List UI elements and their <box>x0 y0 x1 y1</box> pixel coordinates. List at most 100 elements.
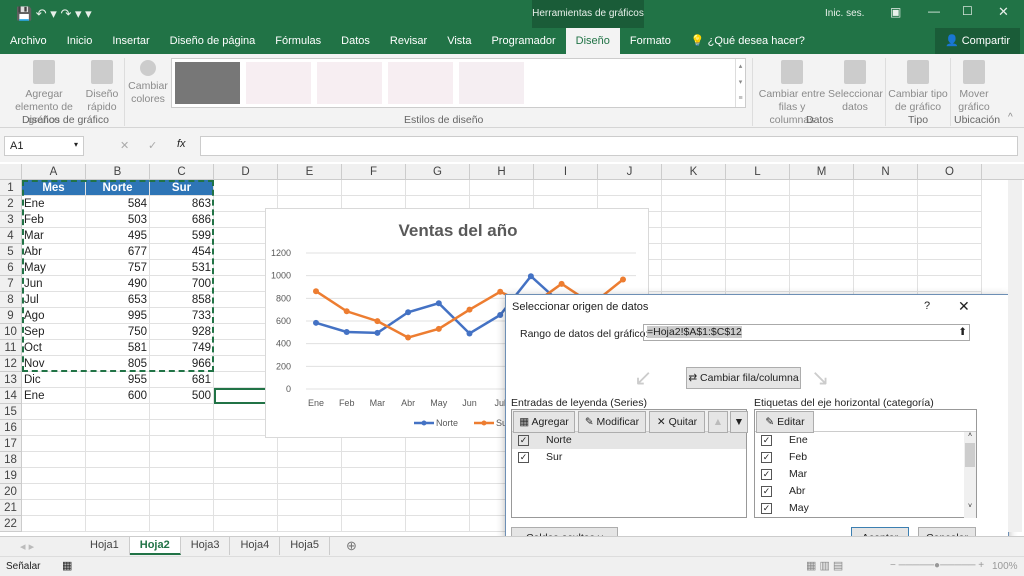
data-point[interactable] <box>435 325 442 332</box>
help-button[interactable]: ? <box>924 300 930 312</box>
cell[interactable]: 653 <box>86 292 150 308</box>
data-point[interactable] <box>527 273 534 280</box>
range-input[interactable]: =Hoja2!$A$1:$C$12 ⬆ <box>643 324 970 341</box>
insert-function-icon[interactable]: fx <box>177 138 186 150</box>
row-header[interactable]: 13 <box>0 372 22 388</box>
cell[interactable]: Nov <box>22 356 86 372</box>
gallery-scroll[interactable]: ▴ ▾ ≡ <box>735 59 745 107</box>
data-point[interactable] <box>374 318 381 325</box>
cell[interactable] <box>342 452 406 468</box>
row-header[interactable]: 22 <box>0 516 22 532</box>
tab-archivo[interactable]: Archivo <box>0 28 57 54</box>
cell[interactable]: Ene <box>22 196 86 212</box>
select-data-button[interactable]: Seleccionar datos <box>828 60 883 114</box>
series-item[interactable]: ✓ Sur <box>512 449 746 466</box>
checkbox[interactable]: ✓ <box>761 485 772 497</box>
column-header[interactable]: H <box>470 164 534 180</box>
cell[interactable] <box>918 276 982 292</box>
checkbox[interactable]: ✓ <box>761 468 772 480</box>
cell[interactable] <box>22 452 86 468</box>
cell[interactable] <box>662 180 726 196</box>
column-header[interactable]: G <box>406 164 470 180</box>
cell[interactable] <box>22 516 86 532</box>
remove-series-button[interactable]: ✕ Quitar <box>649 411 705 433</box>
cell[interactable] <box>790 260 854 276</box>
tab-formato[interactable]: Formato <box>620 28 681 54</box>
cell[interactable]: 584 <box>86 196 150 212</box>
cell[interactable] <box>86 484 150 500</box>
cell[interactable] <box>150 484 214 500</box>
cell[interactable] <box>22 468 86 484</box>
cell[interactable]: 600 <box>86 388 150 404</box>
cell[interactable] <box>406 500 470 516</box>
cell[interactable]: 749 <box>150 340 214 356</box>
cell[interactable] <box>790 228 854 244</box>
category-item[interactable]: ✓ May <box>755 500 976 517</box>
cell[interactable] <box>22 484 86 500</box>
cell[interactable]: Ene <box>22 388 86 404</box>
cell[interactable] <box>86 436 150 452</box>
cell[interactable] <box>918 228 982 244</box>
enter-icon[interactable]: ✓ <box>148 139 157 152</box>
cell[interactable] <box>342 500 406 516</box>
cell[interactable] <box>214 180 278 196</box>
zoom-slider[interactable]: − ─────●───── + <box>890 560 984 571</box>
row-header[interactable]: 16 <box>0 420 22 436</box>
switch-row-column-dialog-button[interactable]: ⇄ Cambiar fila/columna <box>686 367 801 389</box>
cell[interactable]: Sep <box>22 324 86 340</box>
cell[interactable]: Oct <box>22 340 86 356</box>
cell[interactable] <box>342 484 406 500</box>
cell[interactable]: 581 <box>86 340 150 356</box>
style-thumb[interactable] <box>388 62 453 104</box>
cell[interactable]: 503 <box>86 212 150 228</box>
cell[interactable] <box>86 500 150 516</box>
change-colors-button[interactable]: Cambiar colores <box>128 60 168 106</box>
category-item[interactable]: ✓ Abr <box>755 483 976 500</box>
cell[interactable] <box>662 276 726 292</box>
row-header[interactable]: 11 <box>0 340 22 356</box>
cell[interactable] <box>918 260 982 276</box>
cell[interactable] <box>854 260 918 276</box>
style-thumb[interactable] <box>246 62 311 104</box>
move-down-button[interactable]: ▼ <box>730 411 748 433</box>
cell[interactable] <box>790 196 854 212</box>
row-header[interactable]: 7 <box>0 276 22 292</box>
cell[interactable] <box>150 500 214 516</box>
cell[interactable] <box>406 484 470 500</box>
vertical-scrollbar[interactable] <box>1008 180 1022 532</box>
row-header[interactable]: 17 <box>0 436 22 452</box>
cell[interactable]: 500 <box>150 388 214 404</box>
cell[interactable] <box>22 436 86 452</box>
cell[interactable]: 495 <box>86 228 150 244</box>
data-point[interactable] <box>374 329 381 336</box>
cell[interactable]: 928 <box>150 324 214 340</box>
cell[interactable] <box>406 516 470 532</box>
cell[interactable] <box>150 516 214 532</box>
cell[interactable]: 966 <box>150 356 214 372</box>
cell[interactable] <box>662 212 726 228</box>
sheet-tab-hoja4[interactable]: Hoja4 <box>230 537 281 555</box>
move-up-button[interactable]: ▲ <box>708 411 728 433</box>
checkbox[interactable]: ✓ <box>761 434 772 446</box>
cell[interactable] <box>214 484 278 500</box>
cell[interactable] <box>278 500 342 516</box>
cell[interactable] <box>854 180 918 196</box>
formula-input[interactable] <box>200 136 1018 156</box>
tab-diseño-de-página[interactable]: Diseño de página <box>160 28 266 54</box>
close-button[interactable]: ✕ <box>998 4 1009 20</box>
cell[interactable] <box>278 516 342 532</box>
cell[interactable]: Dic <box>22 372 86 388</box>
sign-in-link[interactable]: Inic. ses. <box>825 8 864 19</box>
cell[interactable] <box>790 276 854 292</box>
row-header[interactable]: 21 <box>0 500 22 516</box>
tab-diseño[interactable]: Diseño <box>565 28 620 54</box>
cell[interactable]: 681 <box>150 372 214 388</box>
cell[interactable] <box>726 196 790 212</box>
cell[interactable] <box>598 180 662 196</box>
cell[interactable] <box>214 468 278 484</box>
row-header[interactable]: 2 <box>0 196 22 212</box>
cell[interactable] <box>406 180 470 196</box>
row-header[interactable]: 9 <box>0 308 22 324</box>
share-button[interactable]: 👤 Compartir <box>934 28 1020 54</box>
cell[interactable] <box>278 468 342 484</box>
